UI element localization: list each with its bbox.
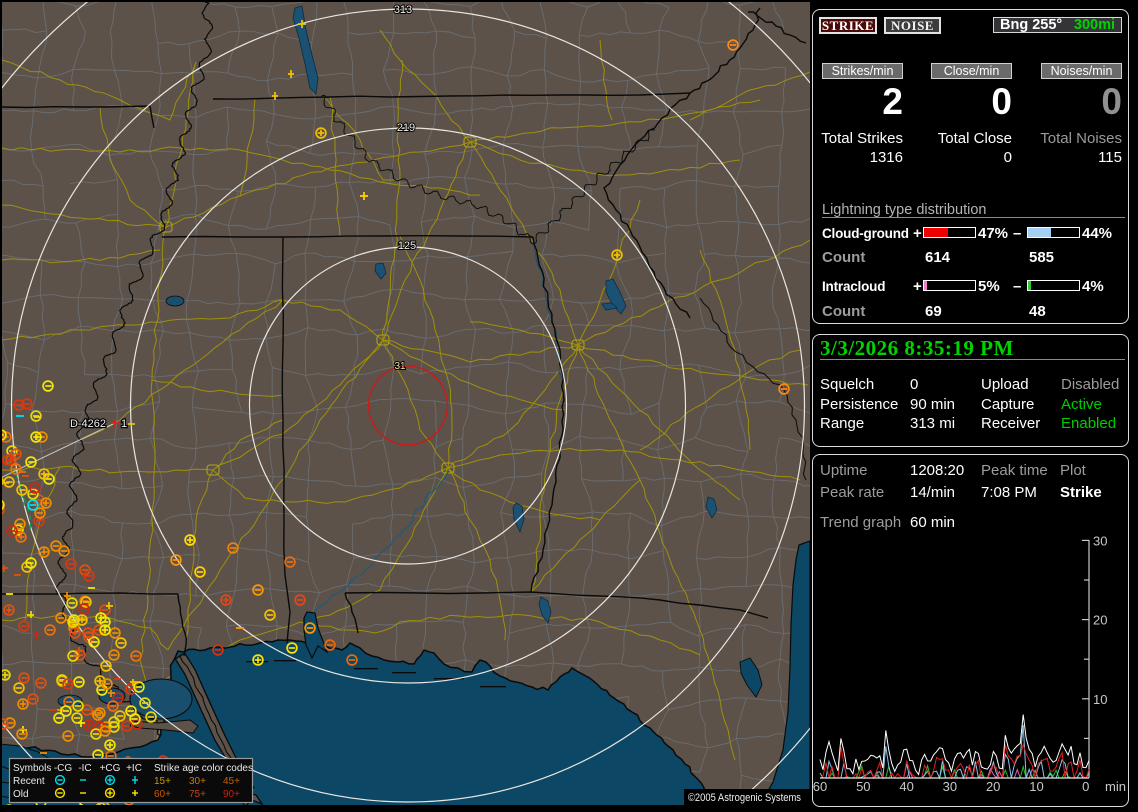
svg-text:-IC: -IC [78,763,91,774]
svg-text:20: 20 [986,779,1000,794]
svg-text:50: 50 [856,779,870,794]
svg-text:31: 31 [394,361,406,372]
svg-text:1: 1 [121,418,127,430]
svg-text:75+: 75+ [189,789,206,800]
svg-text:30: 30 [943,779,957,794]
svg-text:©2005 Astrogenic Systems: ©2005 Astrogenic Systems [688,792,801,804]
svg-text:45+: 45+ [223,776,240,787]
svg-text:D-4262: D-4262 [70,418,106,430]
svg-text:60+: 60+ [154,789,171,800]
svg-text:0: 0 [1082,779,1089,794]
svg-text:313: 313 [394,4,412,16]
svg-text:+IC: +IC [126,763,142,774]
svg-text:219: 219 [397,122,415,134]
svg-text:min: min [1105,779,1126,794]
svg-text:10: 10 [1029,779,1043,794]
svg-text:90+: 90+ [223,789,240,800]
svg-text:Symbols: Symbols [13,763,51,774]
svg-text:Recent: Recent [13,776,45,787]
svg-text:Strike age color codes: Strike age color codes [154,763,253,774]
svg-text:10: 10 [1093,692,1107,707]
svg-text:Old: Old [13,789,29,800]
svg-text:60: 60 [813,779,827,794]
svg-text:30+: 30+ [189,776,206,787]
svg-text:15+: 15+ [154,776,171,787]
svg-text:+CG: +CG [100,763,121,774]
svg-text:30: 30 [1093,533,1107,548]
svg-text:-CG: -CG [54,763,73,774]
svg-text:125: 125 [398,240,416,252]
svg-text:40: 40 [899,779,913,794]
svg-text:20: 20 [1093,613,1107,628]
